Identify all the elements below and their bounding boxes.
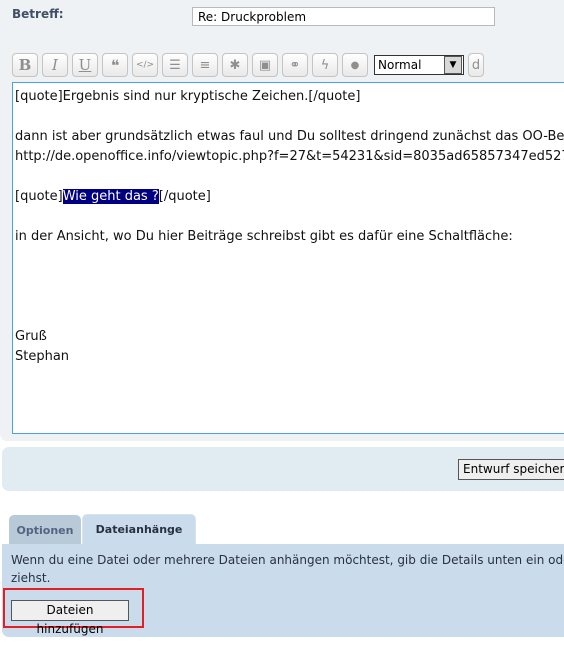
quote-close-tag: [/quote]	[158, 189, 211, 204]
list-item-icon[interactable]: ✱	[222, 53, 248, 77]
color-icon[interactable]: ●	[342, 53, 368, 77]
editor-line: Gruß	[15, 329, 47, 344]
code-icon[interactable]: </>	[132, 53, 158, 77]
add-files-button[interactable]: Dateien hinzufügen	[11, 600, 129, 636]
format-toolbar: B I U ❝ </> ☰ ≡ ✱ ▣ ⚭ ϟ ● Normal ▼ d	[12, 53, 484, 77]
extra-button[interactable]: d	[468, 53, 484, 77]
editor-line: http://de.openoffice.info/viewtopic.php?…	[15, 149, 564, 164]
ordered-list-icon[interactable]: ≡	[192, 53, 218, 77]
subject-label: Betreff:	[12, 7, 64, 21]
font-size-select[interactable]: Normal ▼	[374, 55, 464, 75]
quote-icon[interactable]: ❝	[102, 53, 128, 77]
list-icon[interactable]: ☰	[162, 53, 188, 77]
selected-text: Wie geht das ?	[62, 189, 159, 204]
underline-icon[interactable]: U	[72, 53, 98, 77]
image-icon[interactable]: ▣	[252, 53, 278, 77]
message-textarea[interactable]: [quote]Ergebnis sind nur kryptische Zeic…	[12, 82, 564, 434]
editor-line: in der Ansicht, wo Du hier Beiträge schr…	[15, 229, 513, 244]
editor-line: [quote]Wie geht das ?[/quote]	[15, 187, 564, 207]
bold-icon[interactable]: B	[12, 53, 38, 77]
tab-dateianhaenge[interactable]: Dateianhänge	[82, 514, 196, 544]
chevron-down-icon[interactable]: ▼	[444, 56, 462, 74]
italic-icon[interactable]: I	[42, 53, 68, 77]
quote-open-tag: [quote]	[15, 189, 63, 204]
editor-line: dann ist aber grundsätzlich etwas faul u…	[15, 129, 564, 144]
link-icon[interactable]: ⚭	[282, 53, 308, 77]
font-size-value: Normal	[378, 58, 422, 72]
editor-line: Stephan	[15, 349, 70, 364]
attachments-message: Wenn du eine Datei oder mehrere Dateien …	[11, 553, 564, 585]
editor-line: [quote]Ergebnis sind nur kryptische Zeic…	[15, 89, 361, 104]
flash-icon[interactable]: ϟ	[312, 53, 338, 77]
tab-optionen[interactable]: Optionen	[9, 515, 81, 545]
subject-input[interactable]: Re: Druckproblem	[192, 7, 495, 26]
save-draft-button[interactable]: Entwurf speichern	[458, 459, 564, 480]
